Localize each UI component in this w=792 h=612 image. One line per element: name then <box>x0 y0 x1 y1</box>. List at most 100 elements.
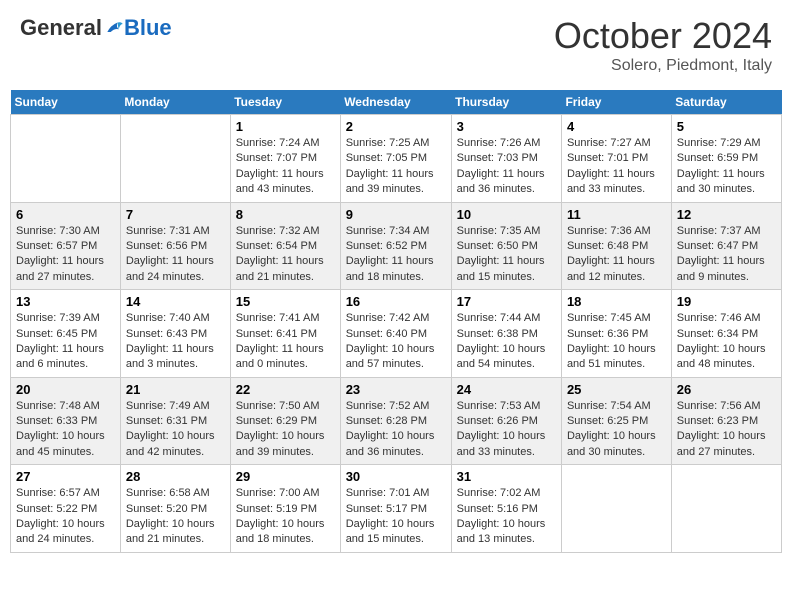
cell-sun-info: Sunrise: 7:29 AMSunset: 6:59 PMDaylight:… <box>677 136 776 198</box>
cell-sun-info: Sunrise: 7:27 AMSunset: 7:01 PMDaylight:… <box>567 136 666 198</box>
day-number: 29 <box>236 469 335 484</box>
calendar-cell: 30Sunrise: 7:01 AMSunset: 5:17 PMDayligh… <box>340 465 451 553</box>
logo-blue-text: Blue <box>124 15 172 41</box>
cell-sun-info: Sunrise: 7:37 AMSunset: 6:47 PMDaylight:… <box>677 224 776 286</box>
calendar-cell: 18 Sunrise: 7:45 AMSunset: 6:36 PMDayligh… <box>561 290 671 378</box>
calendar-cell: 25 Sunrise: 7:54 AMSunset: 6:25 PMDayligh… <box>561 377 671 465</box>
logo-general-text: General <box>20 15 102 41</box>
calendar-cell: 20Sunrise: 7:48 AMSunset: 6:33 PMDayligh… <box>11 377 121 465</box>
calendar-header-row: SundayMondayTuesdayWednesdayThursdayFrid… <box>11 90 782 115</box>
cell-sun-info: Sunrise: 7:54 AMSunset: 6:25 PMDaylight:… <box>567 399 666 461</box>
calendar-cell: 15 Sunrise: 7:41 AMSunset: 6:41 PMDayligh… <box>230 290 340 378</box>
weekday-header: Wednesday <box>340 90 451 115</box>
calendar-cell: 29 Sunrise: 7:00 AMSunset: 5:19 PMDayligh… <box>230 465 340 553</box>
cell-sun-info: Sunrise: 7:53 AMSunset: 6:26 PMDaylight:… <box>457 399 556 461</box>
day-number: 1 <box>236 119 335 134</box>
day-number: 19 <box>677 294 776 309</box>
calendar-cell: 19Sunrise: 7:46 AMSunset: 6:34 PMDayligh… <box>671 290 781 378</box>
day-number: 31 <box>457 469 556 484</box>
cell-sun-info: Sunrise: 7:31 AMSunset: 6:56 PMDaylight:… <box>126 224 225 286</box>
cell-sun-info: Sunrise: 7:34 AMSunset: 6:52 PMDaylight:… <box>346 224 446 286</box>
cell-sun-info: Sunrise: 7:25 AMSunset: 7:05 PMDaylight:… <box>346 136 446 198</box>
calendar-cell: 31 Sunrise: 7:02 AMSunset: 5:16 PMDayligh… <box>451 465 561 553</box>
calendar-cell <box>561 465 671 553</box>
weekday-header: Friday <box>561 90 671 115</box>
calendar-cell <box>120 115 230 203</box>
cell-sun-info: Sunrise: 7:44 AMSunset: 6:38 PMDaylight:… <box>457 311 556 373</box>
calendar-week-row: 6Sunrise: 7:30 AMSunset: 6:57 PMDaylight… <box>11 202 782 290</box>
calendar-cell: 24 Sunrise: 7:53 AMSunset: 6:26 PMDayligh… <box>451 377 561 465</box>
calendar-cell: 3Sunrise: 7:26 AMSunset: 7:03 PMDaylight… <box>451 115 561 203</box>
location-subtitle: Solero, Piedmont, Italy <box>554 57 772 75</box>
calendar-cell: 1 Sunrise: 7:24 AMSunset: 7:07 PMDaylight… <box>230 115 340 203</box>
day-number: 5 <box>677 119 776 134</box>
day-number: 16 <box>346 294 446 309</box>
day-number: 17 <box>457 294 556 309</box>
calendar-cell: 13 Sunrise: 7:39 AMSunset: 6:45 PMDayligh… <box>11 290 121 378</box>
cell-sun-info: Sunrise: 7:49 AMSunset: 6:31 PMDaylight:… <box>126 399 225 461</box>
cell-sun-info: Sunrise: 7:42 AMSunset: 6:40 PMDaylight:… <box>346 311 446 373</box>
weekday-header: Sunday <box>11 90 121 115</box>
weekday-header: Thursday <box>451 90 561 115</box>
calendar-cell: 10Sunrise: 7:35 AMSunset: 6:50 PMDayligh… <box>451 202 561 290</box>
day-number: 20 <box>16 382 115 397</box>
calendar-cell: 11Sunrise: 7:36 AMSunset: 6:48 PMDayligh… <box>561 202 671 290</box>
calendar-cell: 12 Sunrise: 7:37 AMSunset: 6:47 PMDayligh… <box>671 202 781 290</box>
calendar-table: SundayMondayTuesdayWednesdayThursdayFrid… <box>10 90 782 553</box>
day-number: 9 <box>346 207 446 222</box>
day-number: 7 <box>126 207 225 222</box>
cell-sun-info: Sunrise: 6:57 AMSunset: 5:22 PMDaylight:… <box>16 486 115 548</box>
weekday-header: Monday <box>120 90 230 115</box>
weekday-header: Saturday <box>671 90 781 115</box>
calendar-week-row: 1 Sunrise: 7:24 AMSunset: 7:07 PMDaylight… <box>11 115 782 203</box>
day-number: 12 <box>677 207 776 222</box>
day-number: 18 <box>567 294 666 309</box>
calendar-cell: 21 Sunrise: 7:49 AMSunset: 6:31 PMDayligh… <box>120 377 230 465</box>
calendar-week-row: 27Sunrise: 6:57 AMSunset: 5:22 PMDayligh… <box>11 465 782 553</box>
day-number: 6 <box>16 207 115 222</box>
day-number: 30 <box>346 469 446 484</box>
cell-sun-info: Sunrise: 6:58 AMSunset: 5:20 PMDaylight:… <box>126 486 225 548</box>
cell-sun-info: Sunrise: 7:52 AMSunset: 6:28 PMDaylight:… <box>346 399 446 461</box>
calendar-cell: 5 Sunrise: 7:29 AMSunset: 6:59 PMDaylight… <box>671 115 781 203</box>
page-header: General Blue October 2024 Solero, Piedmo… <box>10 10 782 80</box>
cell-sun-info: Sunrise: 7:24 AMSunset: 7:07 PMDaylight:… <box>236 136 335 198</box>
cell-sun-info: Sunrise: 7:36 AMSunset: 6:48 PMDaylight:… <box>567 224 666 286</box>
day-number: 21 <box>126 382 225 397</box>
calendar-cell <box>671 465 781 553</box>
day-number: 3 <box>457 119 556 134</box>
logo-bird-icon <box>104 18 124 38</box>
calendar-week-row: 20Sunrise: 7:48 AMSunset: 6:33 PMDayligh… <box>11 377 782 465</box>
day-number: 25 <box>567 382 666 397</box>
calendar-cell <box>11 115 121 203</box>
weekday-header: Tuesday <box>230 90 340 115</box>
calendar-cell: 6Sunrise: 7:30 AMSunset: 6:57 PMDaylight… <box>11 202 121 290</box>
calendar-cell: 8Sunrise: 7:32 AMSunset: 6:54 PMDaylight… <box>230 202 340 290</box>
day-number: 10 <box>457 207 556 222</box>
cell-sun-info: Sunrise: 7:00 AMSunset: 5:19 PMDaylight:… <box>236 486 335 548</box>
cell-sun-info: Sunrise: 7:45 AMSunset: 6:36 PMDaylight:… <box>567 311 666 373</box>
calendar-cell: 28 Sunrise: 6:58 AMSunset: 5:20 PMDayligh… <box>120 465 230 553</box>
day-number: 8 <box>236 207 335 222</box>
month-title: October 2024 <box>554 15 772 57</box>
day-number: 26 <box>677 382 776 397</box>
calendar-week-row: 13 Sunrise: 7:39 AMSunset: 6:45 PMDayligh… <box>11 290 782 378</box>
calendar-cell: 16 Sunrise: 7:42 AMSunset: 6:40 PMDayligh… <box>340 290 451 378</box>
cell-sun-info: Sunrise: 7:56 AMSunset: 6:23 PMDaylight:… <box>677 399 776 461</box>
calendar-cell: 14Sunrise: 7:40 AMSunset: 6:43 PMDayligh… <box>120 290 230 378</box>
calendar-cell: 17 Sunrise: 7:44 AMSunset: 6:38 PMDayligh… <box>451 290 561 378</box>
cell-sun-info: Sunrise: 7:41 AMSunset: 6:41 PMDaylight:… <box>236 311 335 373</box>
day-number: 15 <box>236 294 335 309</box>
day-number: 22 <box>236 382 335 397</box>
day-number: 24 <box>457 382 556 397</box>
calendar-cell: 7 Sunrise: 7:31 AMSunset: 6:56 PMDaylight… <box>120 202 230 290</box>
calendar-cell: 2Sunrise: 7:25 AMSunset: 7:05 PMDaylight… <box>340 115 451 203</box>
calendar-cell: 22Sunrise: 7:50 AMSunset: 6:29 PMDayligh… <box>230 377 340 465</box>
day-number: 28 <box>126 469 225 484</box>
title-area: October 2024 Solero, Piedmont, Italy <box>554 15 772 75</box>
calendar-cell: 27Sunrise: 6:57 AMSunset: 5:22 PMDayligh… <box>11 465 121 553</box>
cell-sun-info: Sunrise: 7:39 AMSunset: 6:45 PMDaylight:… <box>16 311 115 373</box>
cell-sun-info: Sunrise: 7:02 AMSunset: 5:16 PMDaylight:… <box>457 486 556 548</box>
calendar-cell: 9 Sunrise: 7:34 AMSunset: 6:52 PMDaylight… <box>340 202 451 290</box>
day-number: 13 <box>16 294 115 309</box>
